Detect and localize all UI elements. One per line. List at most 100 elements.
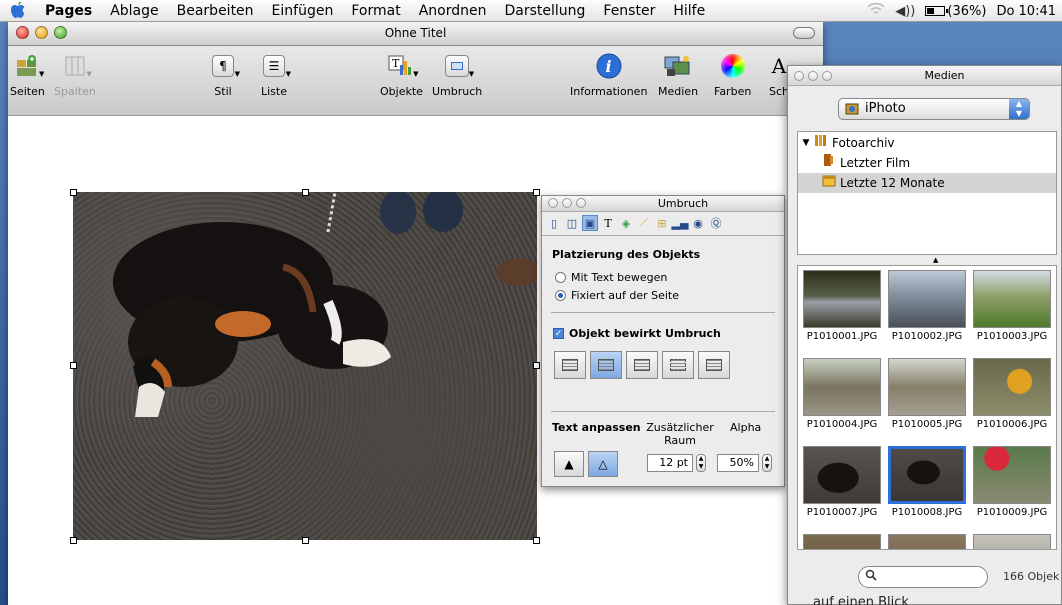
source-value: iPhoto	[865, 101, 906, 116]
wrap-checkbox-label: Objekt bewirkt Umbruch	[569, 327, 721, 340]
minimize-button[interactable]	[35, 26, 48, 39]
toolbar-toggle-button[interactable]	[793, 27, 815, 39]
photo-filename: P1010002.JPG	[891, 331, 963, 342]
close-button[interactable]	[16, 26, 29, 39]
umbruch-close-button[interactable]	[548, 198, 558, 208]
selection-handle-bl[interactable]	[70, 537, 77, 544]
menu-anordnen[interactable]: Anordnen	[410, 0, 496, 22]
menu-format[interactable]: Format	[342, 0, 409, 22]
medien-minimize-button[interactable]	[808, 71, 818, 81]
medien-button[interactable]: Medien	[658, 52, 698, 98]
text-tab-icon[interactable]: T	[600, 215, 616, 231]
photo-item[interactable]: P1010001.JPG	[800, 270, 884, 342]
metrics-tab-icon[interactable]: ⟋	[636, 215, 652, 231]
selection-handle-tr[interactable]	[533, 189, 540, 196]
wrap-above-below-button[interactable]	[698, 351, 730, 379]
farben-button[interactable]: Farben	[714, 52, 751, 98]
wrap-around-button[interactable]	[590, 351, 622, 379]
alpha-stepper[interactable]: ▲ ▼	[762, 454, 772, 472]
umbruch-title: Umbruch	[657, 197, 709, 210]
extra-space-stepper[interactable]: ▲ ▼	[696, 454, 706, 472]
wrap-largest-button[interactable]	[662, 351, 694, 379]
umbruch-button[interactable]: ▼ Umbruch	[432, 52, 482, 98]
menu-pages[interactable]: Pages	[36, 0, 101, 22]
photo-search-field[interactable]	[858, 566, 988, 588]
umbruch-zoom-button[interactable]	[576, 198, 586, 208]
stil-button[interactable]: ¶ ▼ Stil	[208, 52, 240, 98]
photo-item[interactable]: P1010003.JPG	[970, 270, 1054, 342]
graphic-tab-icon[interactable]: ◈	[618, 215, 634, 231]
medien-close-button[interactable]	[794, 71, 804, 81]
selection-handle-r[interactable]	[533, 362, 540, 369]
window-titlebar[interactable]: Ohne Titel	[8, 22, 823, 46]
selection-handle-t[interactable]	[302, 189, 309, 196]
dog-photo[interactable]	[73, 192, 537, 540]
tree-item-letzte-12-monate[interactable]: Letzte 12 Monate	[798, 173, 1056, 193]
wifi-icon[interactable]	[867, 2, 885, 20]
battery-status[interactable]: (36%)	[925, 4, 986, 19]
menu-bearbeiten[interactable]: Bearbeiten	[168, 0, 263, 22]
svg-text:i: i	[605, 57, 611, 76]
link-tab-icon[interactable]: ◉	[690, 215, 706, 231]
menu-ablage[interactable]: Ablage	[101, 0, 167, 22]
source-popup[interactable]: iPhoto ▲ ▼	[838, 98, 1030, 120]
fit-shape-button[interactable]: △	[588, 451, 618, 477]
selection-handle-tl[interactable]	[70, 189, 77, 196]
photo-item-selected[interactable]: P1010008.JPG	[885, 446, 969, 518]
quicktime-tab-icon[interactable]: Ⓠ	[708, 215, 724, 231]
photo-item[interactable]: P1010009.JPG	[970, 446, 1054, 518]
clock[interactable]: Do 10:41	[996, 4, 1056, 19]
photo-filename: P1010004.JPG	[806, 419, 878, 430]
radio-move-with-text[interactable]: Mit Text bewegen	[555, 271, 667, 284]
menu-darstellung[interactable]: Darstellung	[495, 0, 594, 22]
photo-item[interactable]	[970, 534, 1054, 549]
medien-zoom-button[interactable]	[822, 71, 832, 81]
chart-tab-icon[interactable]: ▂▄	[672, 215, 689, 231]
photo-thumbnail	[973, 270, 1051, 328]
svg-text:T: T	[392, 57, 400, 70]
tree-item-fotoarchiv[interactable]: ▼ Fotoarchiv	[798, 133, 1056, 153]
objekte-button[interactable]: T ▼ Objekte	[380, 52, 423, 98]
document-tab-icon[interactable]: ▯	[546, 215, 562, 231]
volume-icon[interactable]: ◀))	[895, 4, 915, 19]
photo-item[interactable]: P1010007.JPG	[800, 446, 884, 518]
alpha-field[interactable]: 50%	[717, 454, 759, 472]
wrap-left-button[interactable]	[554, 351, 586, 379]
apple-menu-icon[interactable]	[0, 0, 36, 22]
table-tab-icon[interactable]: ⊞	[654, 215, 670, 231]
medien-titlebar[interactable]: Medien	[788, 66, 1061, 86]
photo-item[interactable]: P1010005.JPG	[885, 358, 969, 430]
fit-box-button[interactable]: ▲	[554, 451, 584, 477]
disclosure-triangle-icon[interactable]: ▼	[798, 133, 814, 153]
photo-item[interactable]	[885, 534, 969, 549]
layout-tab-icon[interactable]: ◫	[564, 215, 580, 231]
photo-item[interactable]	[800, 534, 884, 549]
liste-button[interactable]: ☰ ▼ Liste	[259, 52, 291, 98]
tree-label-letzter-film: Letzter Film	[840, 156, 911, 170]
wrap-tab-icon[interactable]: ▣	[582, 215, 598, 231]
photo-item[interactable]: P1010002.JPG	[885, 270, 969, 342]
seiten-button[interactable]: ▼ Seiten	[10, 52, 45, 98]
tree-item-letzter-film[interactable]: Letzter Film	[798, 153, 1056, 173]
selection-handle-br[interactable]	[533, 537, 540, 544]
radio-fixed-on-page[interactable]: Fixiert auf der Seite	[555, 289, 679, 302]
photo-item[interactable]: P1010004.JPG	[800, 358, 884, 430]
menu-fenster[interactable]: Fenster	[594, 0, 664, 22]
photo-thumbnail	[803, 358, 881, 416]
photo-item[interactable]: P1010006.JPG	[970, 358, 1054, 430]
selection-handle-b[interactable]	[302, 537, 309, 544]
wrap-right-button[interactable]	[626, 351, 658, 379]
zoom-button[interactable]	[54, 26, 67, 39]
umbruch-minimize-button[interactable]	[562, 198, 572, 208]
splitter-handle-icon[interactable]: ▲	[933, 256, 938, 264]
menu-einfuegen[interactable]: Einfügen	[263, 0, 343, 22]
menu-hilfe[interactable]: Hilfe	[664, 0, 714, 22]
umbruch-titlebar[interactable]: Umbruch	[542, 196, 784, 212]
placement-heading: Platzierung des Objekts	[552, 248, 701, 261]
informationen-button[interactable]: i Informationen	[570, 52, 647, 98]
spalten-button[interactable]: ▼ Spalten	[54, 52, 96, 98]
extra-space-field[interactable]: 12 pt	[647, 454, 693, 472]
inspector-tabs: ▯ ◫ ▣ T ◈ ⟋ ⊞ ▂▄ ◉ Ⓠ	[542, 212, 784, 236]
wrap-checkbox[interactable]: ✓ Objekt bewirkt Umbruch	[553, 327, 721, 340]
selection-handle-l[interactable]	[70, 362, 77, 369]
